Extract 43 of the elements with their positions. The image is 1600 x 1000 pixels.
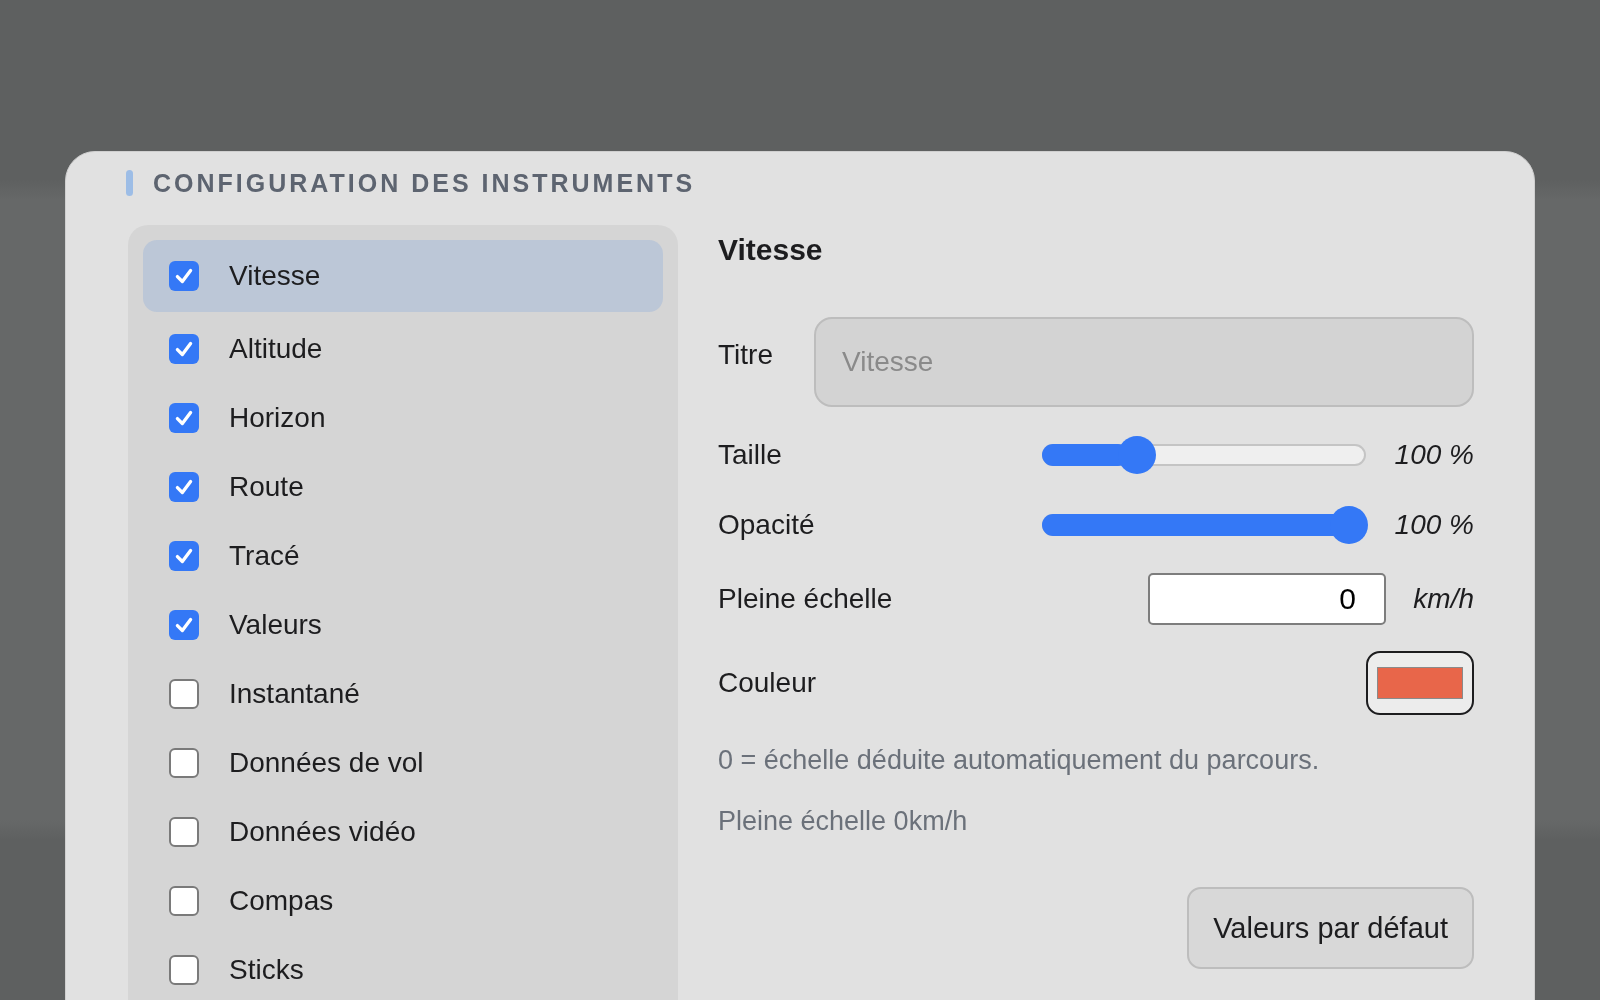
- slider[interactable]: [1042, 506, 1366, 544]
- checkbox[interactable]: [169, 471, 199, 502]
- instrument-item[interactable]: Compas: [143, 866, 663, 935]
- dialog-title: CONFIGURATION DES INSTRUMENTS: [153, 168, 696, 198]
- checkbox[interactable]: [169, 261, 199, 291]
- hint-text: 0 = échelle déduite automatiquement du parcours.: [718, 745, 1321, 776]
- unit-label: km/h: [1412, 583, 1474, 615]
- instrument-item[interactable]: Tracé: [143, 521, 663, 590]
- checkbox[interactable]: [169, 402, 199, 433]
- reset-button[interactable]: Valeurs par défaut: [1187, 887, 1474, 969]
- checkbox[interactable]: [169, 747, 199, 778]
- instrument-item[interactable]: Données de vol: [143, 728, 663, 797]
- slider-thumb[interactable]: [1118, 436, 1157, 474]
- field-label: Couleur: [718, 667, 817, 699]
- checkbox[interactable]: [169, 816, 199, 847]
- summary-text: Pleine échelle 0km/h: [718, 806, 969, 837]
- accent-bar: [126, 170, 133, 196]
- slider-value: 100 %: [1393, 509, 1474, 541]
- checkbox[interactable]: [169, 540, 199, 571]
- checkbox[interactable]: [169, 609, 199, 640]
- field-label: Titre: [718, 339, 773, 371]
- title-input[interactable]: Vitesse: [814, 317, 1474, 407]
- instrument-item[interactable]: Route: [143, 452, 663, 521]
- field-label: Taille: [718, 439, 782, 471]
- field-label: Pleine échelle: [718, 583, 893, 615]
- checkbox[interactable]: [169, 885, 199, 916]
- slider-value: 100 %: [1393, 439, 1474, 471]
- slider[interactable]: [1042, 436, 1366, 474]
- checkbox[interactable]: [169, 678, 199, 709]
- slider-thumb[interactable]: [1330, 506, 1368, 544]
- field-label: Opacité: [718, 509, 815, 541]
- instrument-item[interactable]: Altitude: [143, 314, 663, 383]
- instrument-heading: Vitesse: [718, 233, 824, 268]
- checkbox[interactable]: [169, 954, 199, 985]
- number-input[interactable]: 0: [1148, 573, 1386, 625]
- checkbox[interactable]: [169, 333, 199, 364]
- instrument-item[interactable]: Vitesse: [143, 240, 663, 312]
- instrument-item[interactable]: Données vidéo: [143, 797, 663, 866]
- color-picker[interactable]: [1366, 651, 1474, 715]
- instrument-item[interactable]: Valeurs: [143, 590, 663, 659]
- instrument-item[interactable]: Instantané: [143, 659, 663, 728]
- instrument-item[interactable]: Sticks: [143, 935, 663, 1000]
- instrument-item[interactable]: Horizon: [143, 383, 663, 452]
